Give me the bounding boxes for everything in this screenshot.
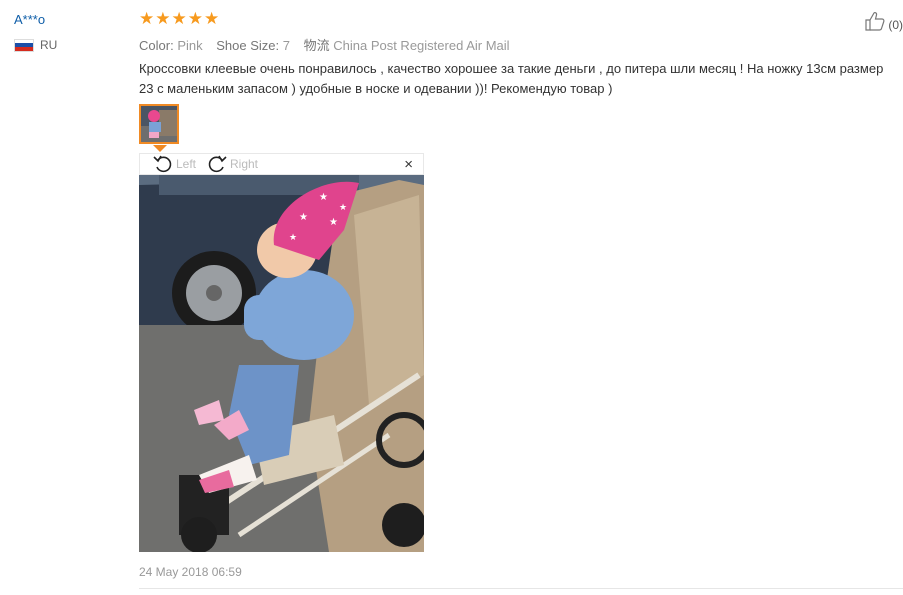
size-key: Shoe Size:	[216, 38, 280, 53]
rotate-right-label: Right	[230, 157, 259, 171]
rotate-left-label: Left	[176, 157, 197, 171]
svg-text:★: ★	[329, 217, 338, 228]
svg-text:★: ★	[299, 212, 308, 223]
buyer-country: RU	[14, 38, 57, 52]
star-rating: ★ ★ ★ ★ ★	[139, 9, 219, 29]
review-photo-thumbnail[interactable]	[139, 104, 179, 144]
thumbnail-image	[141, 106, 177, 142]
svg-text:★: ★	[289, 232, 297, 242]
order-meta: Color: Pink Shoe Size: 7 物流 China Post R…	[139, 35, 510, 54]
review-text: Кроссовки клеевые очень понравилось , ка…	[139, 61, 884, 96]
rotate-left-button[interactable]: Left	[152, 154, 196, 174]
star-icon: ★	[171, 9, 187, 28]
helpful-button[interactable]: (0)	[864, 10, 903, 32]
image-viewer-toolbar: Left Right ×	[139, 153, 424, 175]
review-divider	[139, 588, 903, 589]
svg-text:★: ★	[319, 192, 328, 203]
size-value: 7	[282, 38, 290, 53]
star-icon: ★	[139, 9, 155, 28]
rotate-right-button[interactable]: Right	[206, 154, 258, 174]
thumbs-up-icon[interactable]	[864, 10, 886, 32]
logistics-key: 物流	[303, 38, 330, 53]
country-code: RU	[40, 38, 58, 52]
color-key: Color:	[139, 38, 174, 53]
review-photo-image: ★ ★ ★ ★ ★	[139, 175, 424, 552]
review-photo: ★ ★ ★ ★ ★	[139, 175, 424, 552]
star-icon: ★	[204, 9, 220, 28]
thumbnail-pointer	[153, 145, 167, 152]
close-viewer-button[interactable]: ×	[404, 156, 413, 173]
russia-flag-icon	[14, 38, 34, 52]
logistics-value: China Post Registered Air Mail	[333, 38, 510, 53]
review-date: 24 May 2018 06:59	[139, 565, 242, 579]
star-icon: ★	[155, 9, 171, 28]
rotate-right-icon	[208, 155, 227, 173]
color-value: Pink	[177, 38, 203, 53]
buyer-name[interactable]: A***o	[14, 12, 45, 27]
svg-text:★: ★	[339, 202, 347, 212]
helpful-count: (0)	[888, 18, 903, 32]
star-icon: ★	[187, 9, 203, 28]
rotate-left-icon	[153, 155, 172, 173]
